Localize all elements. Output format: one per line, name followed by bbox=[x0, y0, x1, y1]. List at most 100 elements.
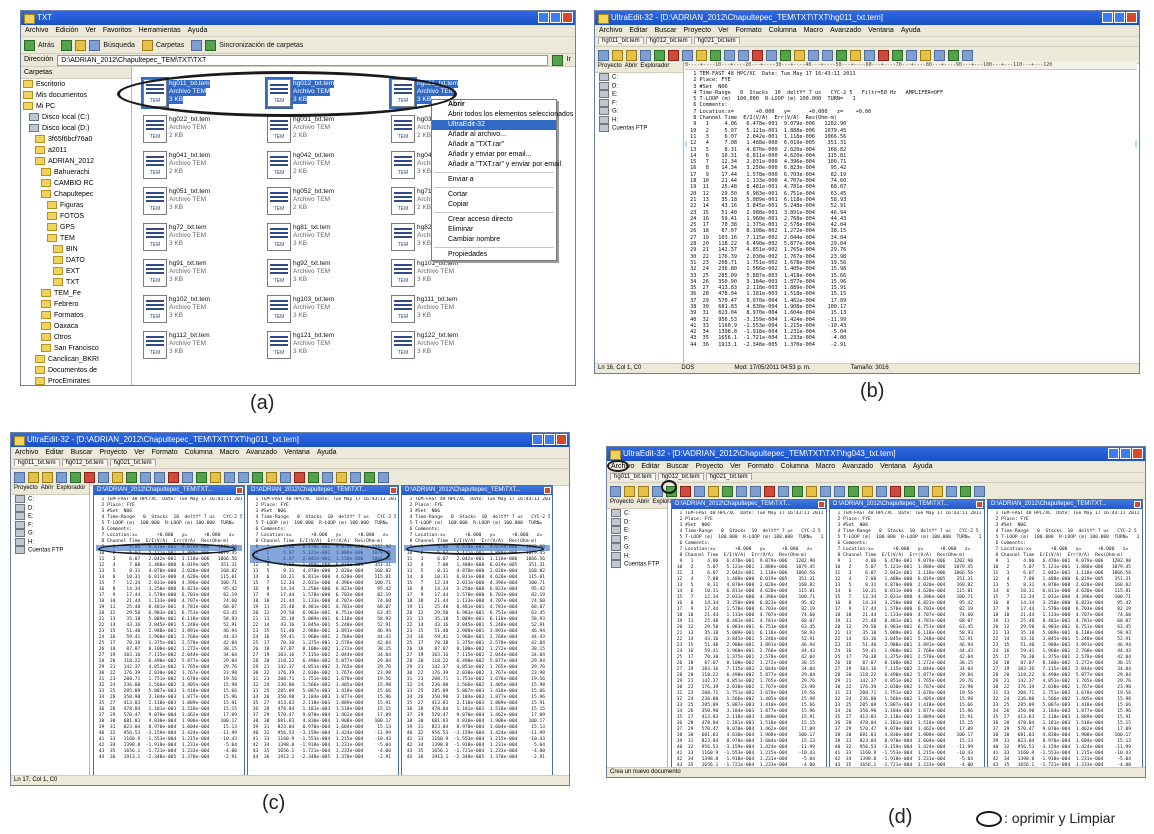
toolbar-button-icon[interactable] bbox=[598, 49, 609, 61]
toolbar-button-icon[interactable] bbox=[336, 471, 347, 483]
close-button[interactable] bbox=[556, 434, 567, 445]
explorer-tab[interactable]: Explorador bbox=[56, 485, 85, 491]
toolbar-button-icon[interactable] bbox=[70, 471, 81, 483]
menu-item[interactable]: Ver bbox=[718, 27, 729, 34]
minimize-button[interactable] bbox=[1108, 448, 1119, 459]
tree-item[interactable]: Canclican_BKRI bbox=[21, 354, 131, 365]
menu-item[interactable]: Macro bbox=[804, 27, 823, 34]
menu-item[interactable]: Buscar bbox=[667, 463, 689, 470]
file-tab[interactable]: hg012_txt.tem bbox=[657, 473, 704, 480]
toolbar-button-icon[interactable] bbox=[808, 49, 819, 61]
toolbar-button-icon[interactable] bbox=[850, 49, 861, 61]
menu-item[interactable]: Macro bbox=[220, 449, 239, 456]
text-editor[interactable]: 1 TEM-FAST 48 HPC/XC Date: Tue May 17 16… bbox=[96, 497, 242, 774]
toolbar-button-icon[interactable] bbox=[960, 485, 971, 497]
file-tab[interactable]: hg012_txt.tem bbox=[61, 459, 108, 466]
context-menu-item[interactable]: Copiar bbox=[432, 200, 556, 210]
context-menu-item[interactable]: Enviar a bbox=[432, 175, 556, 185]
toolbar-button-icon[interactable] bbox=[904, 485, 915, 497]
tree-item[interactable]: GPS bbox=[21, 222, 131, 233]
search-icon[interactable] bbox=[89, 39, 101, 51]
drive-item[interactable]: E: bbox=[599, 90, 683, 99]
toolbar-button-icon[interactable] bbox=[876, 485, 887, 497]
drive-item[interactable]: G: bbox=[611, 543, 667, 552]
tree-item[interactable]: FOTOS bbox=[21, 211, 131, 222]
menu-item[interactable]: Proyecto bbox=[99, 449, 127, 456]
file-tab[interactable]: hg012_txt.tem bbox=[645, 37, 692, 44]
tree-item[interactable]: Disco local (C:) bbox=[21, 112, 131, 123]
file-tab[interactable]: hg021_txt.tem bbox=[705, 473, 752, 480]
maximize-button[interactable] bbox=[544, 434, 555, 445]
menu-item[interactable]: Avanzado bbox=[830, 27, 861, 34]
toolbar-button-icon[interactable] bbox=[28, 471, 39, 483]
tree-item[interactable]: Otros bbox=[21, 332, 131, 343]
menu-item[interactable]: Ayuda bbox=[901, 27, 921, 34]
tree-item[interactable]: Formatos bbox=[21, 310, 131, 321]
drive-item[interactable]: F: bbox=[611, 534, 667, 544]
tree-item[interactable]: Documentos de bbox=[21, 365, 131, 376]
menu-item[interactable]: Archivo bbox=[25, 27, 48, 34]
file-item[interactable]: hg052_txt.temArchivo TEM2 KB bbox=[265, 185, 385, 219]
file-item[interactable]: hg051_txt.temArchivo TEM3 KB bbox=[141, 185, 261, 219]
tree-item[interactable]: Mi PC bbox=[21, 101, 131, 112]
file-item[interactable]: hg81_txt.temArchivo TEM3 KB bbox=[265, 221, 385, 255]
toolbar-button-icon[interactable] bbox=[112, 471, 123, 483]
toolbar-button-icon[interactable] bbox=[624, 485, 635, 497]
file-tab[interactable]: hg021_txt.tem bbox=[109, 459, 156, 466]
context-menu-item[interactable]: Eliminar bbox=[432, 225, 556, 235]
tree-item[interactable]: TXT bbox=[21, 277, 131, 288]
menu-item[interactable]: Ayuda bbox=[317, 449, 337, 456]
text-editor[interactable]: 1 TEM-FAST 48 HPC/XC Date: Tue May 17 16… bbox=[990, 511, 1140, 766]
toolbar-button-icon[interactable] bbox=[350, 471, 361, 483]
explorer-tab[interactable]: Proyecto bbox=[598, 63, 622, 69]
toolbar-button-icon[interactable] bbox=[98, 471, 109, 483]
menu-item[interactable]: Columna bbox=[185, 449, 213, 456]
toolbar-button-icon[interactable] bbox=[694, 485, 705, 497]
tree-item[interactable]: Bahuerachi bbox=[21, 167, 131, 178]
toolbar-button-icon[interactable] bbox=[14, 471, 25, 483]
editor-subwindow[interactable]: D:\ADRIAN_2012\Chapultepec_TEM\TXT... 1 … bbox=[829, 499, 985, 769]
toolbar-button-icon[interactable] bbox=[948, 49, 959, 61]
toolbar-button-icon[interactable] bbox=[196, 471, 207, 483]
menu-item[interactable]: Buscar bbox=[71, 449, 93, 456]
menu-item[interactable]: Formato bbox=[748, 463, 774, 470]
drive-item[interactable]: F: bbox=[15, 520, 89, 530]
menu-item[interactable]: Columna bbox=[769, 27, 797, 34]
drive-item[interactable]: C: bbox=[611, 509, 667, 518]
toolbar-button-icon[interactable] bbox=[806, 485, 817, 497]
toolbar-button-icon[interactable] bbox=[764, 485, 775, 497]
toolbar-button-icon[interactable] bbox=[724, 49, 735, 61]
toolbar-button-icon[interactable] bbox=[738, 49, 749, 61]
toolbar-button-icon[interactable] bbox=[736, 485, 747, 497]
toolbar-button-icon[interactable] bbox=[766, 49, 777, 61]
drive-item[interactable]: Cuentas FTP bbox=[15, 546, 89, 555]
file-item[interactable]: hg041_txt.temArchivo TEM2 KB bbox=[141, 149, 261, 183]
minimize-button[interactable] bbox=[538, 12, 549, 23]
explorer-tab[interactable]: Abrir bbox=[625, 63, 638, 69]
tree-item[interactable]: Oaxaca bbox=[21, 321, 131, 332]
close-icon[interactable] bbox=[976, 501, 983, 508]
menu-item[interactable]: Herramientas bbox=[139, 27, 181, 34]
drive-item[interactable]: Cuentas FTP bbox=[599, 124, 683, 133]
menu-item[interactable]: Ver bbox=[134, 449, 145, 456]
toolbar-button-icon[interactable] bbox=[794, 49, 805, 61]
context-menu-item[interactable]: Propiedades bbox=[432, 250, 556, 260]
toolbar-button-icon[interactable] bbox=[822, 49, 833, 61]
toolbar-button-icon[interactable] bbox=[42, 471, 53, 483]
views-icon[interactable] bbox=[191, 39, 203, 51]
drive-item[interactable]: D: bbox=[599, 81, 683, 91]
back-arrow-icon[interactable] bbox=[24, 39, 35, 51]
toolbar-button-icon[interactable] bbox=[974, 485, 985, 497]
toolbar-button-icon[interactable] bbox=[962, 49, 973, 61]
toolbar-button-icon[interactable] bbox=[308, 471, 319, 483]
maximize-button[interactable] bbox=[1120, 448, 1131, 459]
menu-item[interactable]: Avanzado bbox=[246, 449, 277, 456]
file-tab[interactable]: hg011_txt.tem bbox=[14, 459, 60, 466]
menu-item[interactable]: Editar bbox=[629, 27, 647, 34]
menu-item[interactable]: Proyecto bbox=[695, 463, 723, 470]
editor-subwindow[interactable]: D:\ADRIAN_2012\Chapultepec_TEM\TXT... 1 … bbox=[987, 499, 1143, 769]
toolbar-button-icon[interactable] bbox=[610, 485, 621, 497]
editor-subwindow[interactable]: D:\ADRIAN_2012\Chapultepec_TEM\TXT... 1 … bbox=[671, 499, 827, 769]
drive-item[interactable]: G: bbox=[599, 107, 683, 116]
tree-item[interactable]: Escritorio bbox=[21, 79, 131, 90]
